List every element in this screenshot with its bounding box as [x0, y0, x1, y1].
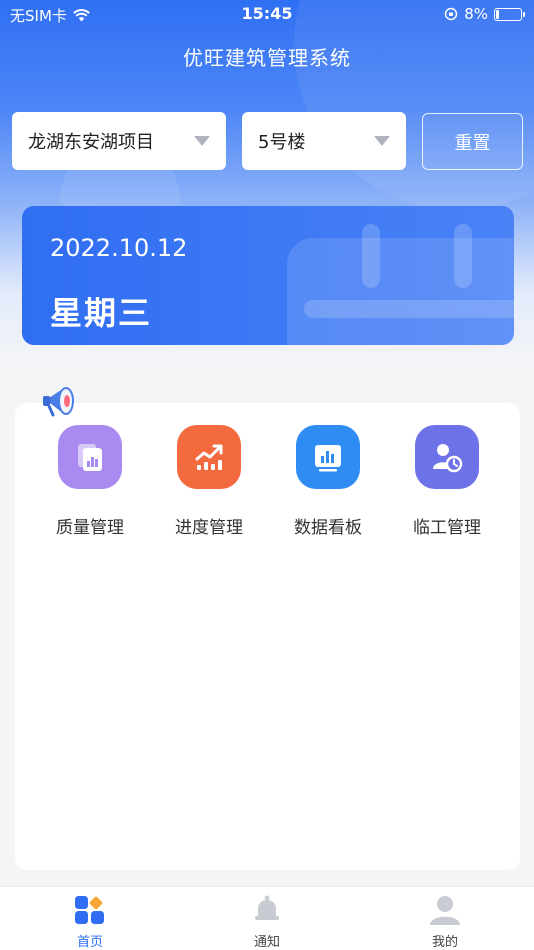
- current-date: 2022.10.12: [50, 234, 188, 262]
- menu-item-temp-worker[interactable]: 临工管理: [387, 425, 507, 538]
- orientation-lock-icon: [444, 7, 458, 21]
- calendar-decoration-icon: [287, 224, 514, 345]
- app-title: 优旺建筑管理系统: [183, 46, 351, 70]
- menu-label: 数据看板: [294, 518, 362, 538]
- document-chart-icon: [78, 444, 102, 471]
- user-icon: [430, 896, 460, 925]
- date-card: 2022.10.12 星期三: [22, 206, 514, 345]
- menu-label: 临工管理: [413, 518, 481, 538]
- menu-label: 进度管理: [175, 518, 243, 538]
- building-select-value: 5号楼: [258, 132, 306, 153]
- project-select[interactable]: 龙湖东安湖项目: [12, 112, 226, 170]
- battery-percent: 8%: [464, 5, 488, 23]
- menu-item-quality[interactable]: 质量管理: [30, 425, 150, 538]
- menu-label: 质量管理: [56, 518, 124, 538]
- nav-label: 通知: [253, 935, 280, 950]
- nav-item-notifications[interactable]: 通知: [227, 895, 307, 950]
- current-weekday: 星期三: [50, 294, 153, 332]
- megaphone-icon: [43, 387, 74, 417]
- bar-chart-icon: [315, 445, 341, 472]
- nav-label: 首页: [76, 935, 103, 950]
- home-grid-icon: [75, 896, 104, 924]
- menu-item-dashboard[interactable]: 数据看板: [268, 425, 388, 538]
- nav-item-profile[interactable]: 我的: [405, 895, 485, 950]
- nav-label: 我的: [431, 935, 458, 950]
- nav-item-home[interactable]: 首页: [50, 895, 130, 950]
- status-bar: 无SIM卡 15:45 8%: [0, 0, 534, 28]
- menu-item-progress[interactable]: 进度管理: [149, 425, 269, 538]
- building-select[interactable]: 5号楼: [242, 112, 406, 170]
- caret-down-icon: [194, 136, 210, 146]
- project-select-value: 龙湖东安湖项目: [28, 132, 154, 153]
- battery-icon: [494, 7, 525, 21]
- bell-icon: [255, 895, 279, 920]
- reset-button[interactable]: 重置: [422, 113, 523, 170]
- worker-clock-icon: [433, 444, 463, 473]
- bottom-nav: 首页 通知 我的: [0, 886, 534, 950]
- caret-down-icon: [374, 136, 390, 146]
- trend-chart-icon: [195, 444, 223, 470]
